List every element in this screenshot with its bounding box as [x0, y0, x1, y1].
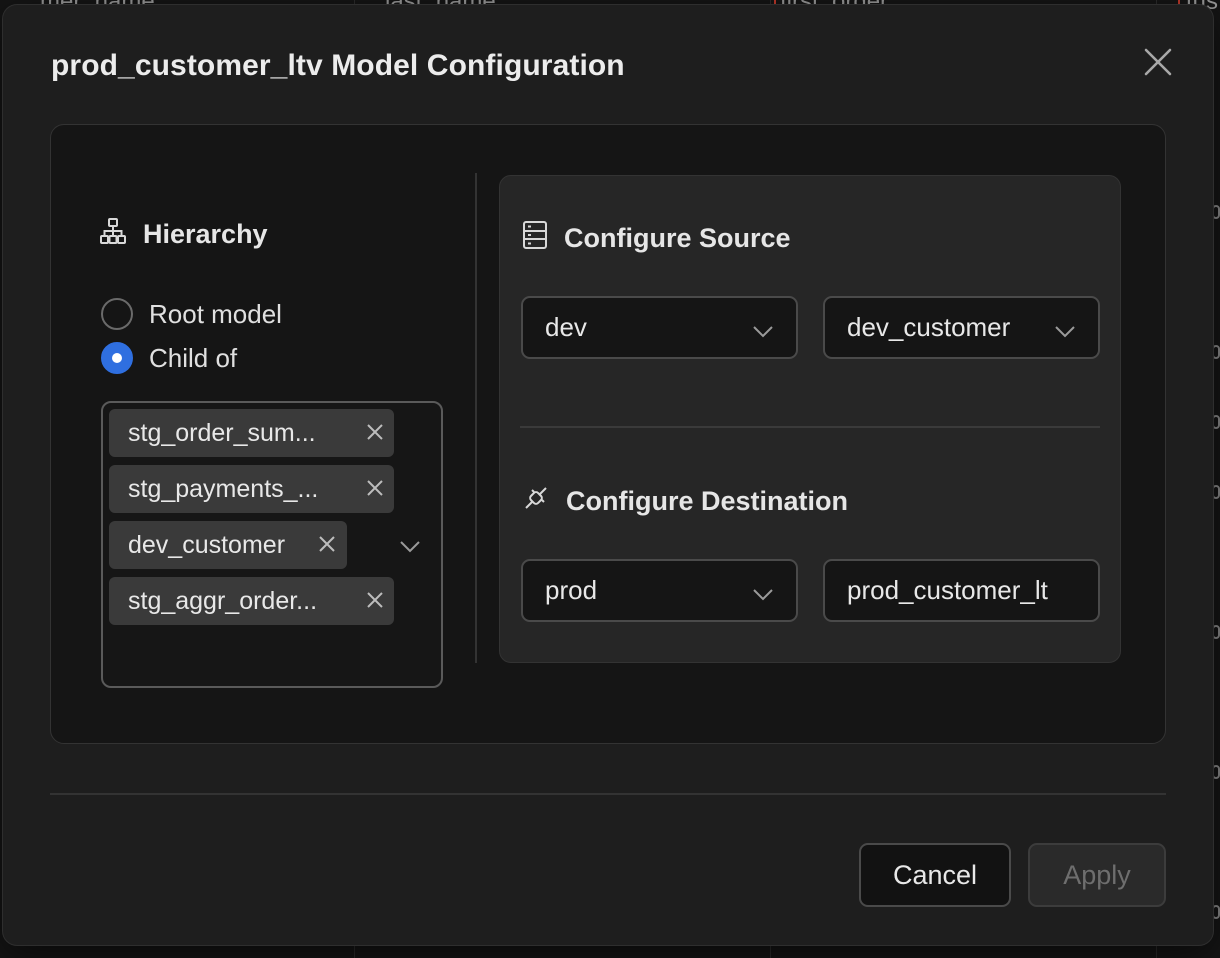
- dialog-title: prod_customer_ltv Model Configuration: [51, 49, 625, 82]
- tag-label: stg_aggr_order...: [128, 586, 318, 615]
- chevron-down-icon: [752, 581, 774, 603]
- configure-destination-title: Configure Destination: [566, 486, 848, 516]
- bg-row-icon: [1212, 415, 1220, 429]
- parent-models-select[interactable]: stg_order_sum... stg_payments_... dev_cu…: [101, 401, 443, 688]
- bg-row-icon: [1212, 905, 1220, 919]
- apply-button[interactable]: Apply: [1028, 843, 1166, 907]
- chevron-down-icon: [752, 318, 774, 340]
- source-destination-panel: Configure Source dev dev_customer Config…: [499, 175, 1121, 663]
- panel-separator: [520, 426, 1100, 428]
- server-icon: [522, 220, 548, 257]
- hierarchy-icon: [99, 217, 127, 252]
- radio-label: Child of: [149, 342, 238, 373]
- tag-label: dev_customer: [128, 530, 286, 559]
- configure-source-heading: Configure Source: [522, 220, 791, 257]
- close-icon[interactable]: [1143, 47, 1173, 77]
- configuration-card: Hierarchy Root model Child of stg_order_…: [50, 124, 1166, 744]
- cancel-button[interactable]: Cancel: [859, 843, 1011, 907]
- chevron-down-icon[interactable]: [399, 535, 421, 557]
- model-configuration-dialog: prod_customer_ltv Model Configuration Hi…: [3, 5, 1213, 945]
- remove-tag-icon[interactable]: [364, 421, 386, 443]
- tag-label: stg_payments_...: [128, 474, 319, 503]
- tag-label: stg_order_sum...: [128, 418, 316, 447]
- remove-tag-icon[interactable]: [364, 589, 386, 611]
- parent-tag: stg_payments_...: [109, 465, 394, 513]
- hierarchy-heading: Hierarchy: [99, 217, 268, 252]
- parent-tag: stg_order_sum...: [109, 409, 394, 457]
- source-model-select[interactable]: dev_customer: [823, 296, 1100, 359]
- source-environment-select[interactable]: dev: [521, 296, 798, 359]
- remove-tag-icon[interactable]: [316, 533, 338, 555]
- parent-tag: stg_aggr_order...: [109, 577, 394, 625]
- bg-row-icon: [1212, 485, 1220, 499]
- radio-button[interactable]: [101, 298, 133, 330]
- radio-root-model[interactable]: Root model: [101, 298, 282, 330]
- configure-destination-heading: Configure Destination: [522, 484, 848, 519]
- bg-row-icon: [1212, 765, 1220, 779]
- select-value: dev_customer: [847, 312, 1011, 342]
- radio-button-checked[interactable]: [101, 342, 133, 374]
- destination-model-input[interactable]: prod_customer_lt: [823, 559, 1100, 622]
- destination-environment-select[interactable]: prod: [521, 559, 798, 622]
- hierarchy-title: Hierarchy: [143, 219, 268, 249]
- remove-tag-icon[interactable]: [364, 477, 386, 499]
- select-value: dev: [545, 312, 587, 342]
- plug-icon: [522, 484, 550, 519]
- chevron-down-icon: [1054, 318, 1076, 340]
- radio-label: Root model: [149, 298, 282, 329]
- radio-child-of[interactable]: Child of: [101, 342, 237, 374]
- configure-source-title: Configure Source: [564, 223, 791, 253]
- input-value: prod_customer_lt: [847, 575, 1048, 605]
- bg-row-icon: [1212, 205, 1220, 219]
- parent-tag: dev_customer: [109, 521, 347, 569]
- footer-separator: [50, 793, 1166, 795]
- select-value: prod: [545, 575, 598, 605]
- bg-row-icon: [1212, 345, 1220, 359]
- bg-row-icon: [1212, 625, 1220, 639]
- section-divider: [475, 173, 477, 663]
